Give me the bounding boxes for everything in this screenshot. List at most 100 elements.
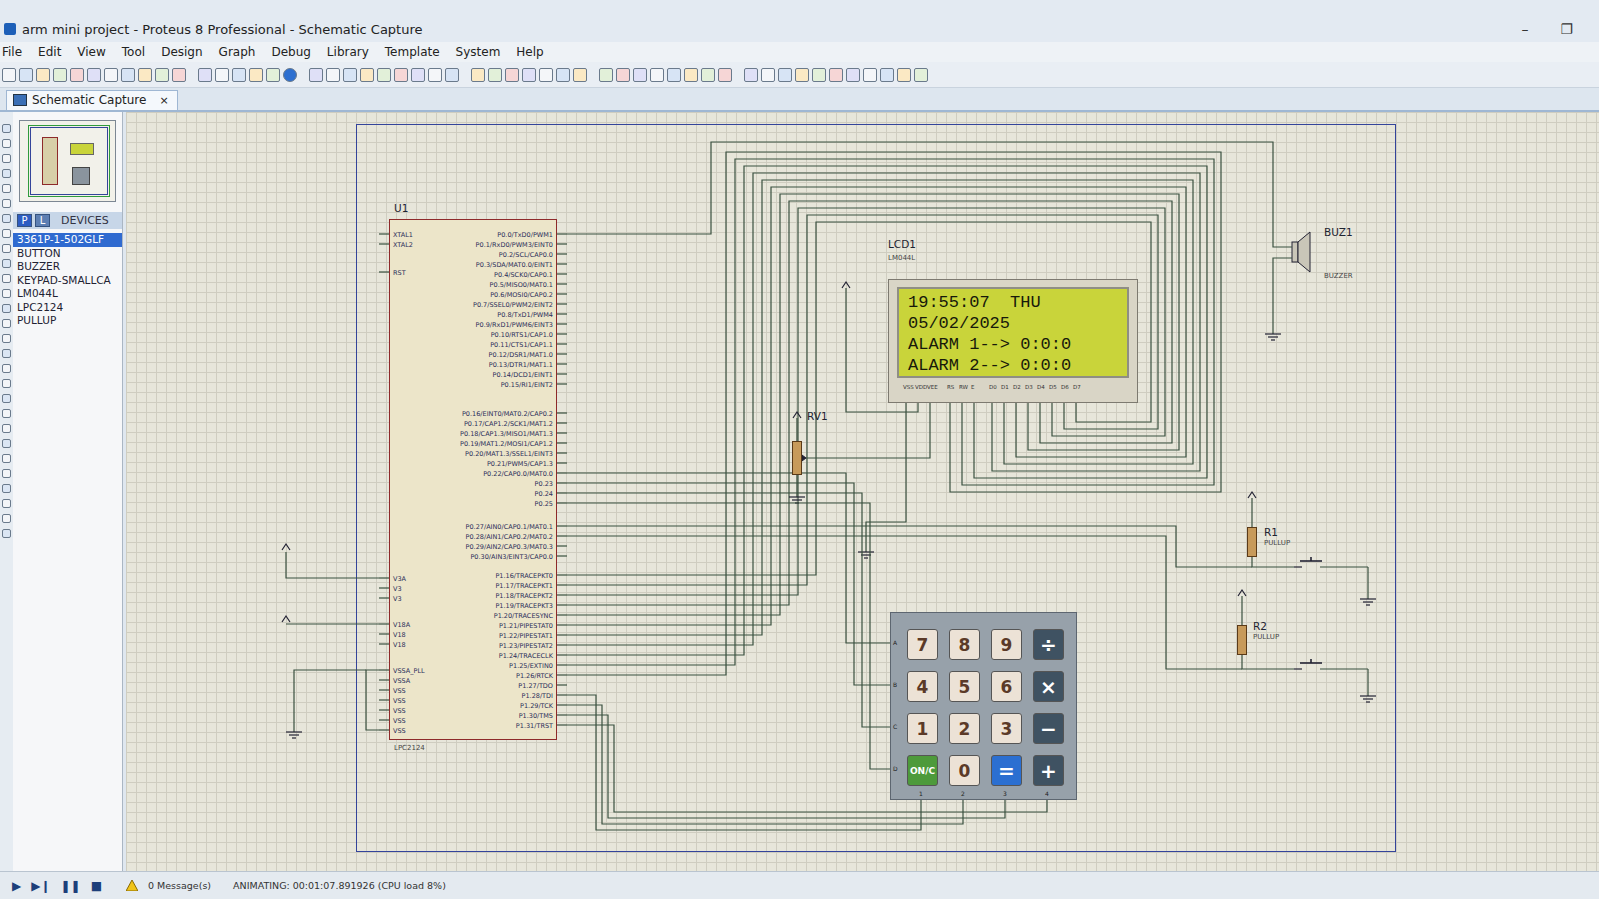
step-button[interactable]: ▶❙ — [31, 879, 50, 893]
tool-icon[interactable] — [471, 68, 485, 82]
overview-map[interactable] — [19, 120, 116, 202]
stop-button[interactable]: ■ — [91, 879, 102, 893]
play-button[interactable]: ▶ — [12, 879, 21, 893]
device-item[interactable]: LPC2124 — [13, 301, 122, 315]
menu-item[interactable]: Debug — [271, 45, 310, 59]
tool-icon[interactable] — [812, 68, 826, 82]
device-item[interactable]: 3361P-1-502GLF — [13, 233, 122, 247]
mode-icon[interactable] — [2, 154, 11, 163]
tool-icon[interactable] — [36, 68, 50, 82]
tool-icon[interactable] — [394, 68, 408, 82]
keypad-key[interactable]: ÷ — [1033, 629, 1064, 660]
tool-icon[interactable] — [172, 68, 186, 82]
tool-icon[interactable] — [650, 68, 664, 82]
menu-item[interactable]: Template — [385, 45, 440, 59]
mode-icon[interactable] — [2, 484, 11, 493]
tool-icon[interactable] — [778, 68, 792, 82]
tool-icon[interactable] — [215, 68, 229, 82]
tool-icon[interactable] — [2, 68, 16, 82]
device-item[interactable]: KEYPAD-SMALLCA — [13, 274, 122, 288]
tool-icon[interactable] — [104, 68, 118, 82]
keypad-key[interactable]: 9 — [991, 629, 1022, 660]
tool-icon[interactable] — [70, 68, 84, 82]
menu-item[interactable]: Design — [161, 45, 202, 59]
mode-icon[interactable] — [2, 169, 11, 178]
tool-icon[interactable] — [761, 68, 775, 82]
keypad-key[interactable]: × — [1033, 671, 1064, 702]
device-item[interactable]: LM044L — [13, 287, 122, 301]
tool-icon[interactable] — [445, 68, 459, 82]
tool-icon[interactable] — [863, 68, 877, 82]
menu-item[interactable]: Library — [327, 45, 369, 59]
mode-icon[interactable] — [2, 274, 11, 283]
tool-icon[interactable] — [880, 68, 894, 82]
tool-icon[interactable] — [556, 68, 570, 82]
menu-item[interactable]: Tool — [122, 45, 145, 59]
mode-icon[interactable] — [2, 514, 11, 523]
keypad-key[interactable]: 2 — [949, 713, 980, 744]
tool-icon[interactable] — [309, 68, 323, 82]
tool-icon[interactable] — [914, 68, 928, 82]
keypad-key[interactable]: = — [991, 755, 1022, 786]
tool-icon[interactable] — [377, 68, 391, 82]
keypad-key[interactable]: 3 — [991, 713, 1022, 744]
mode-icon[interactable] — [2, 499, 11, 508]
mode-icon[interactable] — [2, 424, 11, 433]
message-count[interactable]: 0 Message(s) — [148, 880, 211, 891]
tool-icon[interactable] — [283, 68, 297, 82]
mode-icon[interactable] — [2, 244, 11, 253]
tool-icon[interactable] — [897, 68, 911, 82]
mode-icon[interactable] — [2, 304, 11, 313]
microcontroller[interactable]: XTAL1XTAL2RSTV3AV3V3V18AV18V18VSSA_PLLVS… — [389, 219, 557, 740]
tool-icon[interactable] — [232, 68, 246, 82]
tab-close-button[interactable]: × — [159, 94, 168, 107]
mode-button[interactable]: P — [17, 214, 32, 227]
mode-icon[interactable] — [2, 319, 11, 328]
potentiometer[interactable] — [792, 441, 802, 475]
keypad-key[interactable]: 4 — [907, 671, 938, 702]
tool-icon[interactable] — [667, 68, 681, 82]
tool-icon[interactable] — [744, 68, 758, 82]
keypad-key[interactable]: 8 — [949, 629, 980, 660]
tool-icon[interactable] — [795, 68, 809, 82]
tool-icon[interactable] — [249, 68, 263, 82]
menu-item[interactable]: Graph — [219, 45, 256, 59]
keypad-key[interactable]: + — [1033, 755, 1064, 786]
keypad-key[interactable]: − — [1033, 713, 1064, 744]
mode-icon[interactable] — [2, 529, 11, 538]
tool-icon[interactable] — [198, 68, 212, 82]
menu-item[interactable]: Help — [516, 45, 543, 59]
mode-icon[interactable] — [2, 334, 11, 343]
tool-icon[interactable] — [829, 68, 843, 82]
menu-item[interactable]: File — [2, 45, 22, 59]
mode-icon[interactable] — [2, 349, 11, 358]
tool-icon[interactable] — [718, 68, 732, 82]
pullup-resistor[interactable] — [1237, 625, 1247, 655]
device-item[interactable]: BUTTON — [13, 247, 122, 261]
mode-icon[interactable] — [2, 454, 11, 463]
tab[interactable]: Schematic Capture× — [6, 90, 178, 110]
pullup-resistor[interactable] — [1247, 527, 1257, 557]
tool-icon[interactable] — [573, 68, 587, 82]
mode-icon[interactable] — [2, 409, 11, 418]
schematic-canvas[interactable]: U1XTAL1XTAL2RSTV3AV3V3V18AV18V18VSSA_PLL… — [126, 112, 1599, 871]
mode-icon[interactable] — [2, 199, 11, 208]
device-item[interactable]: BUZZER — [13, 260, 122, 274]
tool-icon[interactable] — [360, 68, 374, 82]
restore-button[interactable]: ❐ — [1544, 21, 1589, 37]
mode-button[interactable]: L — [35, 214, 50, 227]
mode-icon[interactable] — [2, 289, 11, 298]
menu-item[interactable]: View — [77, 45, 105, 59]
mode-icon[interactable] — [2, 394, 11, 403]
device-item[interactable]: PULLUP — [13, 314, 122, 328]
tool-icon[interactable] — [121, 68, 135, 82]
mode-icon[interactable] — [2, 379, 11, 388]
tool-icon[interactable] — [539, 68, 553, 82]
tool-icon[interactable] — [846, 68, 860, 82]
keypad-key[interactable]: 6 — [991, 671, 1022, 702]
tool-icon[interactable] — [343, 68, 357, 82]
keypad-key[interactable]: 0 — [949, 755, 980, 786]
tool-icon[interactable] — [488, 68, 502, 82]
tool-icon[interactable] — [522, 68, 536, 82]
tool-icon[interactable] — [411, 68, 425, 82]
